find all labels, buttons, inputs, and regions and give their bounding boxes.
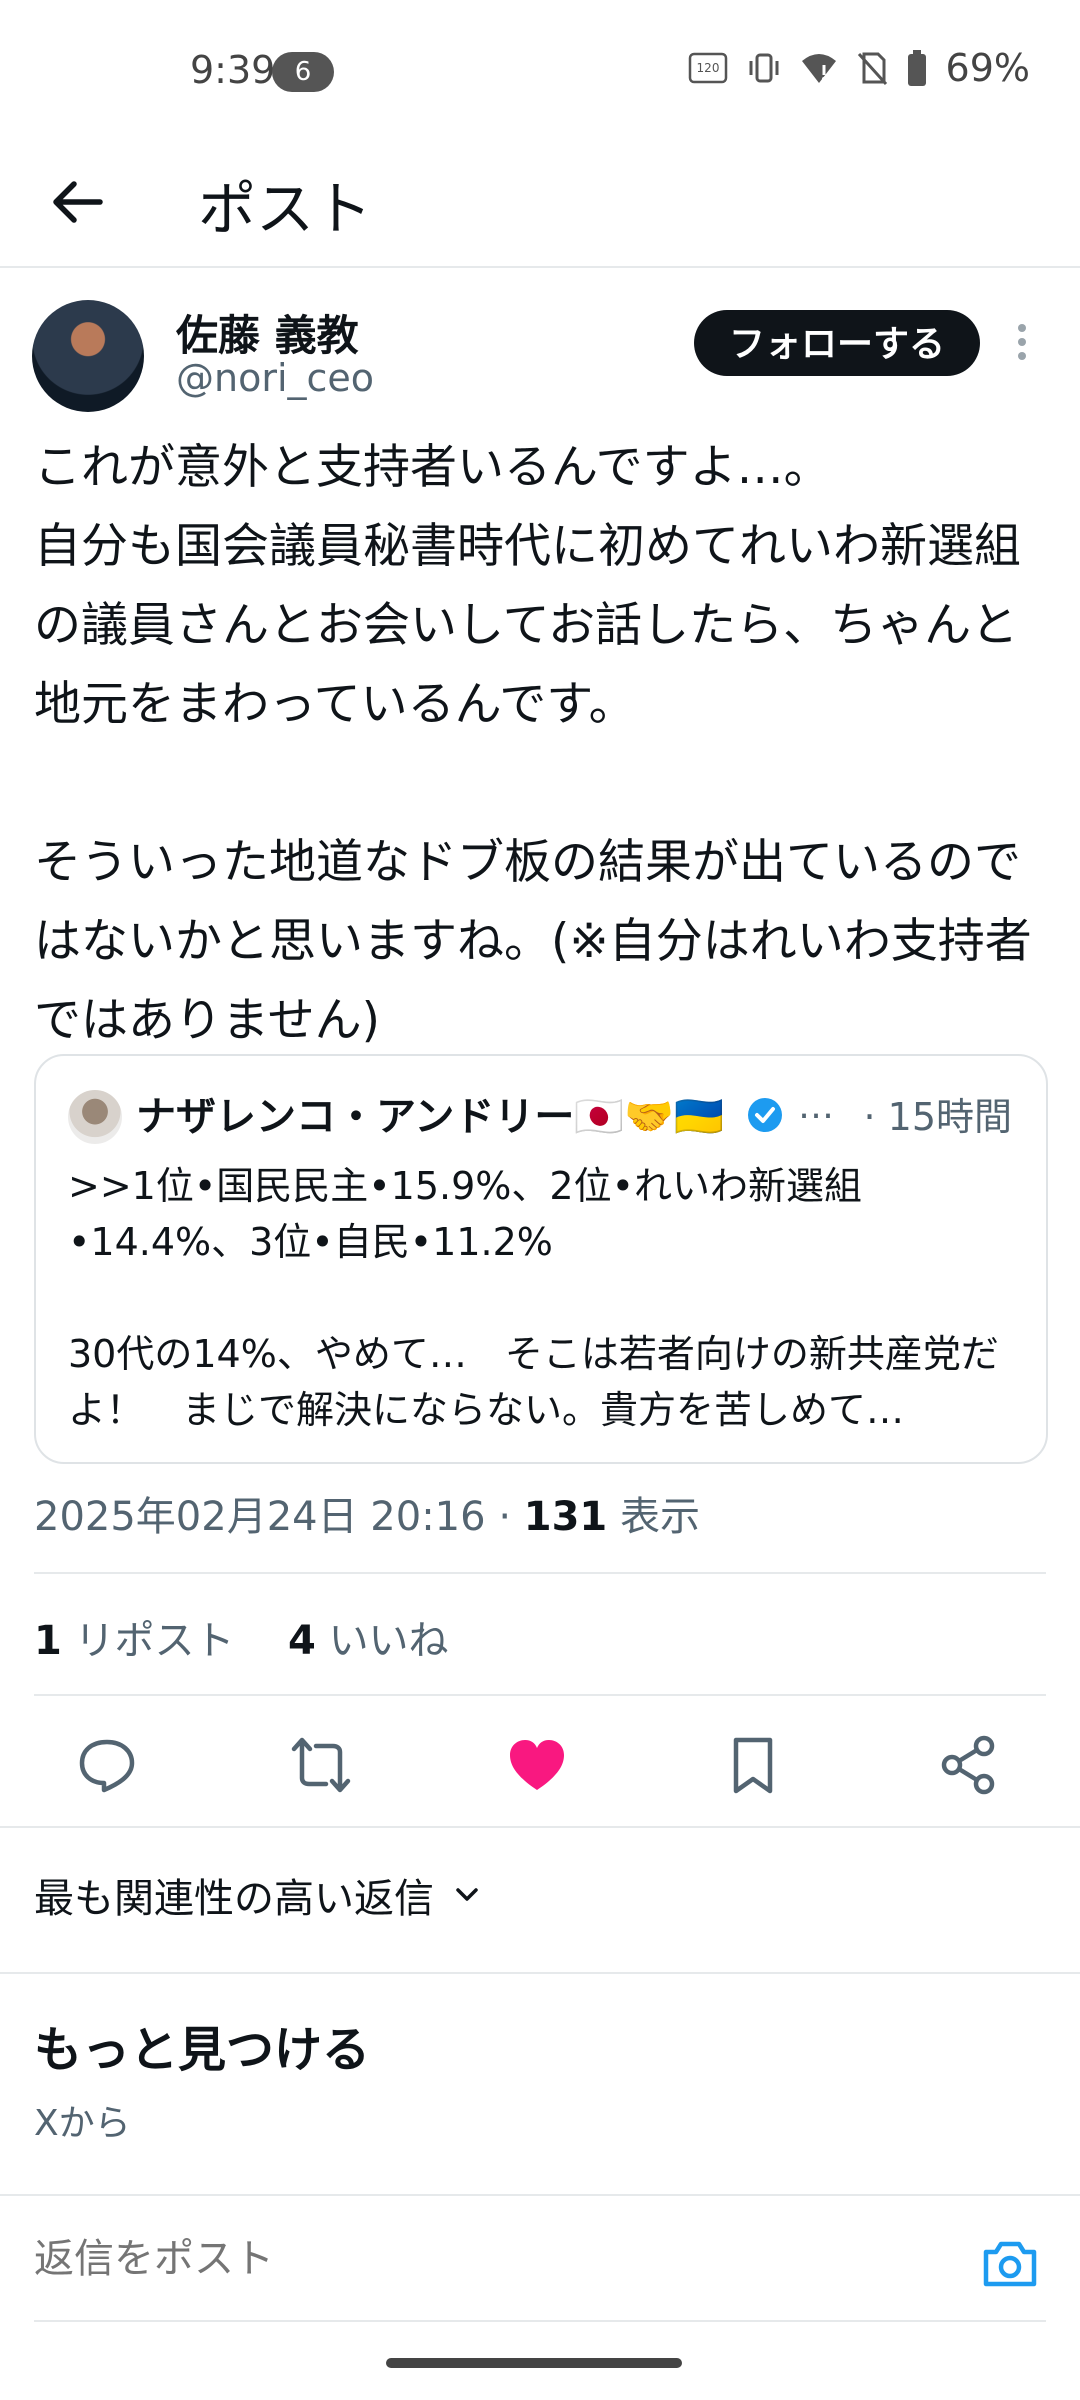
divider — [0, 2194, 1080, 2196]
divider — [0, 1826, 1080, 1828]
battery-icon — [907, 50, 926, 86]
engagement-stats: 1 リポスト 4 いいね — [34, 1608, 449, 1666]
discover-more-title: もっと見つける — [34, 2022, 371, 2078]
quote-name-ellipsis: … — [798, 1086, 834, 1127]
reply-icon[interactable] — [76, 1734, 138, 1796]
quote-author-name: ナザレンコ・アンドリー🇯🇵🤝🇺🇦 — [136, 1094, 724, 1140]
battery-percent: 69% — [945, 46, 1030, 90]
author-name[interactable]: 佐藤 義教 — [176, 302, 359, 363]
vibrate-icon — [749, 53, 779, 83]
divider — [34, 1694, 1046, 1696]
quoted-post[interactable]: ナザレンコ・アンドリー🇯🇵🤝🇺🇦 … · 15時間 >>1位•国民民主•15.9… — [34, 1054, 1048, 1464]
gesture-nav-handle[interactable] — [386, 2358, 682, 2368]
reposts-label[interactable]: リポスト — [75, 1618, 235, 1664]
camera-icon[interactable] — [980, 2234, 1040, 2294]
views-count: 131 — [523, 1494, 608, 1540]
more-options-icon[interactable] — [1016, 324, 1028, 364]
action-bar — [0, 1716, 1080, 1812]
repost-icon[interactable] — [290, 1734, 352, 1796]
hz-icon: 120 — [688, 52, 727, 84]
quote-text: >>1位•国民民主•15.9%、2位•れいわ新選組•14.4%、3位•自民•11… — [68, 1164, 999, 1432]
notification-count-badge: 6 — [272, 52, 334, 92]
status-time: 9:39 — [190, 48, 276, 92]
replies-sort-label: 最も関連性の高い返信 — [34, 1876, 434, 1922]
bookmark-icon[interactable] — [722, 1734, 784, 1796]
reposts-count[interactable]: 1 — [34, 1618, 62, 1664]
verified-badge-icon — [748, 1098, 782, 1132]
no-sim-icon — [857, 52, 887, 86]
likes-label[interactable]: いいね — [329, 1618, 449, 1664]
chevron-down-icon — [456, 1888, 478, 1901]
quote-author-avatar — [68, 1090, 122, 1144]
follow-button[interactable]: フォローする — [694, 310, 980, 376]
share-icon[interactable] — [938, 1734, 1000, 1796]
quote-time: · 15時間 — [863, 1095, 1012, 1139]
discover-more-subtitle: Xから — [34, 2103, 131, 2144]
likes-count[interactable]: 4 — [288, 1618, 316, 1664]
divider — [34, 1572, 1046, 1574]
divider — [0, 1972, 1080, 1974]
author-avatar[interactable] — [32, 300, 144, 412]
status-bar: 9:39 6 120 69% — [0, 0, 1080, 150]
wifi-icon — [801, 54, 836, 83]
like-icon[interactable] — [506, 1734, 568, 1796]
back-arrow-icon[interactable] — [48, 172, 108, 232]
views-label: 表示 — [619, 1494, 700, 1540]
top-app-bar: ポスト — [0, 150, 1080, 268]
author-handle[interactable]: @nori_ceo — [176, 356, 374, 400]
status-icons: 120 69% — [688, 46, 1030, 90]
reply-input[interactable] — [34, 2236, 934, 2282]
post-author: 佐藤 義教 @nori_ceo フォローする — [0, 296, 1080, 416]
post-timestamp-row: 2025年02月24日 20:16 · 131 表示 — [34, 1484, 700, 1542]
timestamp-separator: · — [498, 1494, 512, 1540]
divider — [34, 2320, 1046, 2322]
refresh-rate-label: 120 — [696, 61, 719, 75]
post-timestamp: 2025年02月24日 20:16 — [34, 1494, 486, 1540]
post-text: これが意外と支持者いるんですよ…。 自分も国会議員秘書時代に初めてれいわ新選組の… — [34, 440, 1032, 1048]
page-title: ポスト — [198, 175, 373, 243]
replies-sort-dropdown[interactable]: 最も関連性の高い返信 — [34, 1866, 482, 1924]
